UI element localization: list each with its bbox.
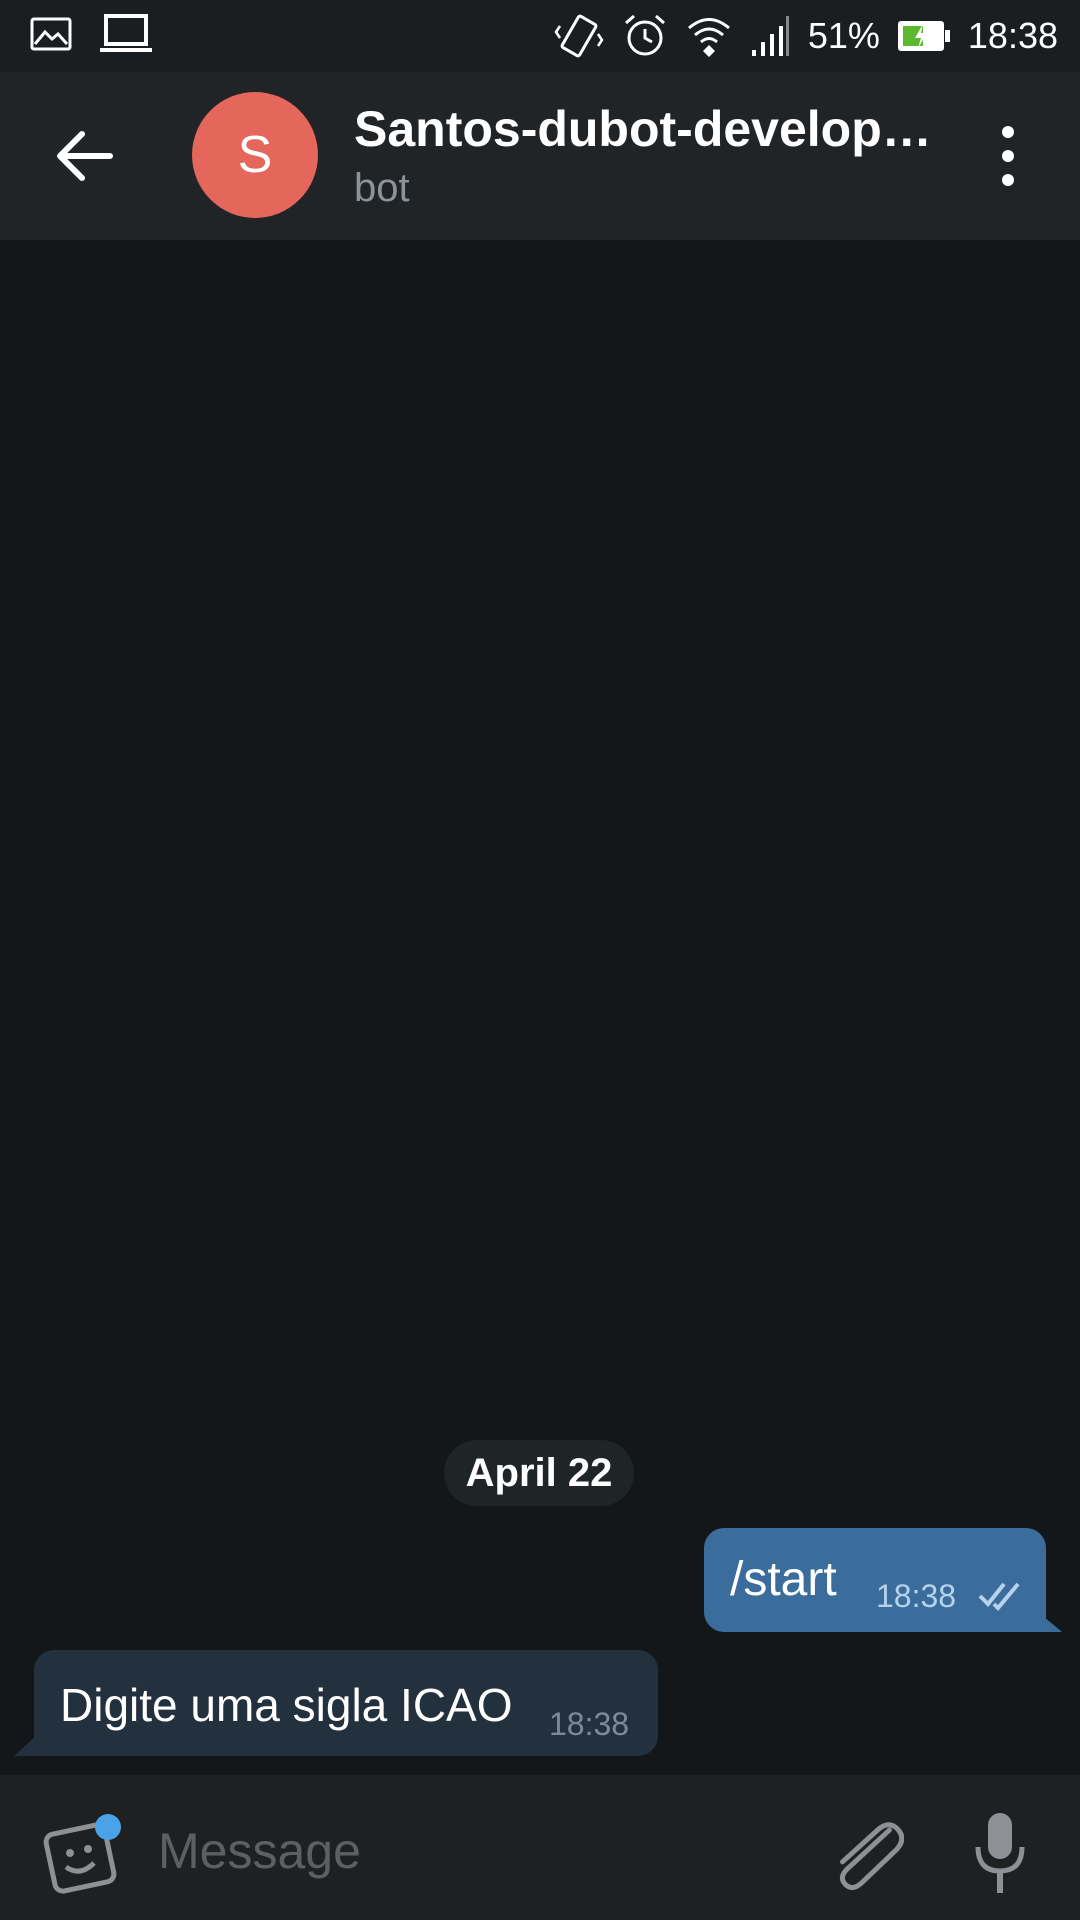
voice-message-button[interactable] <box>972 1811 1028 1895</box>
chat-header: S Santos-dubot-develop… bot <box>0 72 1080 240</box>
date-separator: April 22 <box>444 1440 634 1506</box>
message-text[interactable]: Digite uma sigla ICAO <box>60 1678 513 1732</box>
emoji-sticker-button[interactable] <box>42 1813 126 1897</box>
microphone-icon <box>975 1813 1025 1893</box>
status-time: 18:38 <box>967 15 1058 56</box>
chat-title[interactable]: Santos-dubot-develop… <box>354 100 940 158</box>
wifi-icon <box>687 18 730 57</box>
status-bar: 51% 18:38 <box>0 0 1080 72</box>
more-options-button[interactable] <box>988 124 1028 188</box>
gallery-icon <box>30 17 72 51</box>
message-time: 18:38 <box>549 1706 630 1742</box>
battery-percent: 51% <box>807 15 880 56</box>
back-arrow-icon <box>57 131 113 181</box>
message-input[interactable] <box>156 1815 780 1887</box>
paperclip-icon <box>839 1822 905 1891</box>
incoming-bubble-tail <box>14 1736 36 1756</box>
message-time: 18:38 <box>876 1578 957 1614</box>
battery-charging-icon <box>897 21 950 51</box>
chat-subtitle: bot <box>354 166 410 210</box>
vibrate-icon <box>554 14 604 58</box>
back-button[interactable] <box>48 116 128 196</box>
more-vert-icon <box>1002 126 1014 186</box>
outgoing-bubble-tail <box>1038 1612 1062 1632</box>
avatar[interactable]: S <box>192 92 318 218</box>
message-list[interactable]: April 22 /start 18:38 Digite uma sigla I… <box>0 240 1080 1775</box>
incoming-message[interactable]: Digite uma sigla ICAO 18:38 <box>34 1650 658 1756</box>
sticker-icon <box>43 1814 121 1894</box>
signal-icon <box>751 16 789 56</box>
laptop-icon <box>100 14 152 52</box>
outgoing-message[interactable]: /start 18:38 <box>704 1528 1046 1632</box>
message-composer <box>0 1775 1080 1920</box>
double-check-icon <box>978 1582 1020 1611</box>
message-text[interactable]: /start <box>730 1552 837 1607</box>
attach-button[interactable] <box>828 1813 905 1893</box>
alarm-icon <box>624 14 665 56</box>
